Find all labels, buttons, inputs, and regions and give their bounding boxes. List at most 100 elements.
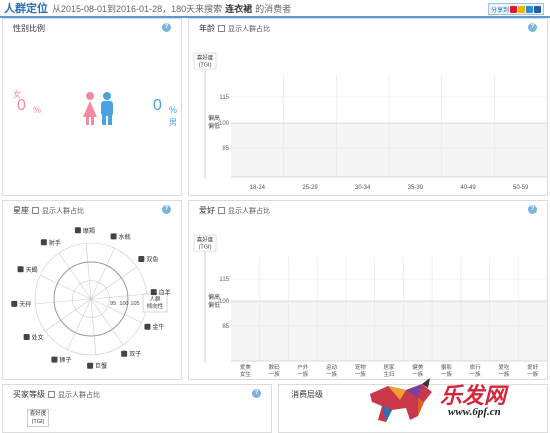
age-panel: 年龄 显示人群占比 ? 喜好度 (TGI) 115 100 85 偏高 偏低 1… (188, 18, 548, 196)
hobby-tick-label-line2: 一族 (269, 370, 281, 378)
radar-spoke (58, 252, 92, 300)
hobby-tick-label: 居家 (383, 363, 395, 371)
constellation-sign-label: 狮子 (59, 356, 71, 364)
age-tick-label: 18-24 (250, 185, 266, 191)
constellation-sign-label: 金牛 (152, 323, 164, 331)
radar-spoke (90, 293, 147, 300)
constellation-sign-icon (144, 323, 151, 330)
hobby-tick-label: 数码 (269, 363, 281, 371)
gender-title: 性别比例 (13, 24, 45, 33)
y-tick-label: 100 (219, 299, 230, 305)
share-label: 分享到 (490, 7, 509, 14)
radar-spoke (40, 275, 92, 300)
keyword: 连衣裙 (225, 3, 253, 14)
hobby-panel: 爱好 显示人群占比 ? 喜好度 (TGI) 115 100 85 偏高 偏低 爱… (188, 200, 548, 380)
radar-spoke (90, 298, 97, 355)
radar-spoke (90, 298, 124, 346)
male-label: 男 (169, 118, 177, 127)
constellation-sign-label: 摩羯 (83, 227, 95, 235)
constellation-sign-label: 天蝎 (26, 266, 38, 274)
help-icon[interactable]: ? (162, 23, 171, 32)
radar-spoke (35, 298, 92, 305)
y-tick-label: 100 (219, 121, 230, 127)
constellation-sign-label: 天秤 (19, 301, 31, 308)
age-chart: 喜好度 (TGI) 115 100 85 偏高 偏低 18-24 25-29 30-… (193, 52, 548, 191)
constellation-sign-icon (150, 289, 157, 296)
hobby-tick-label: 旅行 (470, 363, 482, 371)
constellation-sign-icon (23, 334, 30, 341)
page-title: 人群定位 (4, 3, 48, 15)
title-suffix: 的消费者 (255, 3, 292, 14)
buyer-level-title: 买家等级 显示人群占比 (13, 390, 100, 399)
age-tick-label: 50-59 (513, 185, 529, 191)
qzone-icon[interactable] (518, 5, 525, 13)
below-band (231, 301, 547, 361)
radar-spoke (44, 298, 92, 332)
constellation-sign-icon (121, 350, 128, 357)
hobby-tick-label-line2: 一族 (527, 370, 539, 378)
hobby-tick-label-line2: 一族 (470, 370, 482, 378)
gender-panel: 性别比例 ? 女 0 % 0 % 男 (2, 18, 182, 196)
y-tick-label: 115 (219, 277, 229, 283)
constellation-sign-icon (11, 300, 18, 307)
share-bar[interactable]: 分享到 (487, 3, 544, 15)
hobby-tick-label: 健美 (412, 363, 424, 371)
hobby-tick-label: 摄影 (441, 363, 453, 371)
tencent-icon[interactable] (526, 5, 533, 13)
ylabel-unit: (TGI) (199, 63, 212, 69)
constellation-sign-label: 射手 (49, 239, 61, 247)
hobby-chart: 喜好度 (TGI) 115 100 85 偏高 偏低 爱美女生数码一族户外一族运… (193, 234, 548, 378)
consumption-title: 消费层级 (291, 390, 323, 399)
ylabel-unit: (TGI) (199, 245, 212, 251)
buyer-level-proportion-checkbox[interactable] (48, 391, 55, 398)
hobby-tick-label: 爱吃 (498, 363, 510, 371)
constellation-sign-label: 双鱼 (146, 255, 158, 263)
constellation-sign-label: 水瓶 (119, 233, 131, 241)
constellation-sign-label: 双子 (129, 351, 141, 358)
constellation-sign-icon (51, 356, 58, 363)
constellation-sign-label: 巨蟹 (95, 362, 107, 370)
radar-ring-label: 95 (110, 301, 116, 307)
buyer-level-proportion-label: 显示人群占比 (58, 391, 100, 399)
female-percent: 0 (17, 97, 26, 114)
constellation-sign-icon (138, 255, 145, 262)
male-figure-icon (101, 92, 113, 125)
male-unit: % (169, 105, 178, 115)
hobby-tick-label-line2: 一族 (498, 370, 510, 378)
radar-spoke (67, 298, 92, 350)
female-figure-icon (83, 92, 97, 125)
constellation-sign-icon (17, 266, 24, 273)
constellation-sign-label: 处女 (32, 334, 44, 342)
age-tick-label: 40-49 (460, 185, 476, 191)
weibo-icon[interactable] (510, 5, 517, 13)
band-label-low: 偏低 (208, 122, 220, 130)
radar-spoke (90, 266, 138, 300)
constellation-sign-icon (40, 239, 47, 246)
constellation-sign-icon (110, 233, 117, 240)
hobby-tick-label: 爱美 (240, 363, 252, 371)
help-icon[interactable]: ? (252, 389, 261, 398)
ylabel-box: 喜好度 (TGI) (27, 409, 49, 427)
ylabel: 喜好度 (197, 54, 214, 62)
band-label-high: 偏高 (208, 293, 220, 301)
y-tick-label: 115 (219, 95, 229, 101)
ylabel: 喜好度 (197, 236, 214, 244)
constellation-panel: 星座 显示人群占比 ? 95 100 105 人群 倾向性 水瓶 双鱼 白羊 金牛 双子 巨蟹 狮子处… (2, 200, 182, 380)
constellation-radar: 95 100 105人群倾向性水瓶双鱼白羊金牛双子巨蟹狮子处女天秤天蝎射手摩羯 (11, 227, 171, 370)
radar-ring-label: 100 (119, 301, 128, 307)
female-unit: % (33, 105, 42, 115)
age-tick-label: 30-34 (355, 185, 371, 191)
hobby-tick-label-line2: 女生 (240, 370, 252, 378)
constellation-sign-icon (74, 227, 81, 234)
hobby-tick-label-line2: 一族 (297, 370, 309, 378)
age-tick-label: 35-39 (408, 185, 424, 191)
watermark-bull-logo (370, 378, 432, 422)
hobby-tick-label-line2: 一族 (326, 370, 338, 378)
band-label-high: 偏高 (208, 114, 220, 122)
radar-ring-label: 105 (130, 301, 139, 307)
buyer-level-panel: 买家等级 显示人群占比 ? 喜好度 (TGI) (2, 384, 272, 433)
page-header: 人群定位 从2015-08-01到2016-01-28，180天来搜索 连衣裙 … (0, 0, 550, 18)
y-tick-label: 85 (222, 146, 229, 152)
hobby-tick-label: 运动 (326, 363, 338, 371)
renren-icon[interactable] (534, 5, 541, 13)
